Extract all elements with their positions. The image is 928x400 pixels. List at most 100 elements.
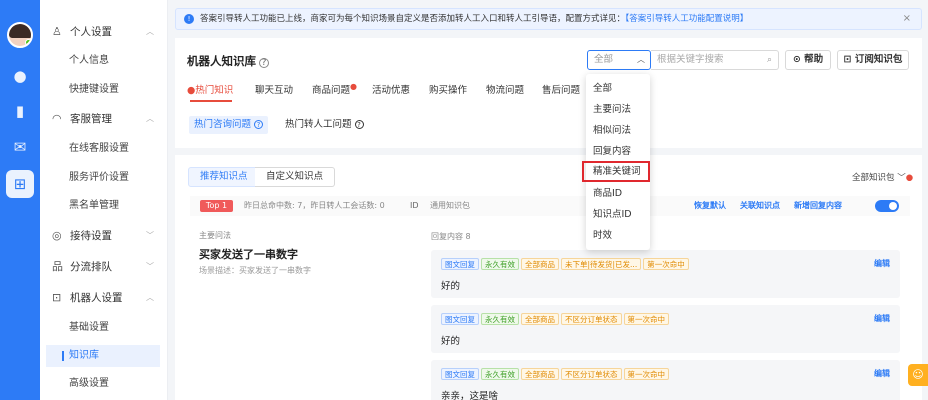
tab-product[interactable]: 商品问题● (312, 82, 357, 96)
tab-promo[interactable]: 活动优惠 (372, 82, 410, 96)
edit-link[interactable]: 编辑 (874, 258, 890, 269)
add-reply-link[interactable]: 新增回复内容 (794, 196, 842, 216)
link-knowledge-link[interactable]: 关联知识点 (740, 196, 780, 216)
reply-text: 好的 (441, 281, 461, 292)
question-icon: ? (254, 120, 264, 129)
chevron-down-icon: ﹀ (146, 231, 154, 240)
reply-count-label: 回复内容 8 (431, 232, 471, 241)
reply-card: 图文回复 永久有效 全部商品 不区分订单状态 第一次命中 亲亲，这是啥 编辑 (431, 360, 900, 400)
apps-icon[interactable]: ⊞ (6, 170, 34, 198)
search-input[interactable]: 根据关键字搜索 ⌕ (651, 50, 779, 70)
active-tab-indicator (190, 100, 232, 102)
option-knowledge-id[interactable]: 知识点ID (586, 204, 650, 225)
assistant-float-button[interactable]: ☺ (908, 364, 928, 386)
kb-filter[interactable]: 全部知识包 ﹀● (852, 171, 913, 183)
avatar[interactable] (7, 22, 33, 48)
edit-link[interactable]: 编辑 (874, 368, 890, 379)
main-question-label: 主要问法 (199, 231, 231, 240)
option-product-id[interactable]: 商品ID (586, 183, 650, 204)
tag-validity: 永久有效 (481, 258, 519, 270)
close-icon[interactable]: × (903, 9, 911, 29)
option-validity[interactable]: 时效 (586, 225, 650, 246)
tag-type: 图文回复 (441, 258, 479, 270)
sidebar-item-basic[interactable]: 基础设置 (46, 317, 160, 339)
edit-link[interactable]: 编辑 (874, 313, 890, 324)
flow-icon: 品 (52, 260, 63, 273)
question-icon[interactable]: ? (259, 58, 269, 68)
sidebar-group-service[interactable]: ◠ 客服管理 ︿ (40, 107, 168, 131)
subscribe-button[interactable]: ⊡ 订阅知识包 (837, 50, 909, 70)
option-similar-question[interactable]: 相似问法 (586, 120, 650, 141)
tag-validity: 永久有效 (481, 313, 519, 325)
sidebar-item-knowledge-base[interactable]: 知识库 (46, 345, 160, 367)
kb-name: 通用知识包 (430, 201, 470, 210)
sidebar-group-reception[interactable]: ◎ 接待设置 ﹀ (40, 224, 168, 248)
tab-custom[interactable]: 自定义知识点 (255, 167, 336, 187)
sidebar-item-advanced[interactable]: 高级设置 (46, 373, 160, 395)
tag-hit: 第一次命中 (643, 258, 689, 270)
settings-sidebar: ♙ 个人设置 ︿ 个人信息 快捷键设置 ◠ 客服管理 ︿ 在线客服设置 服务评价… (40, 0, 168, 400)
sidebar-item-shortcuts[interactable]: 快捷键设置 (46, 79, 160, 101)
subtab-hot-questions[interactable]: 热门咨询问题? (189, 116, 269, 134)
enable-toggle[interactable] (875, 200, 899, 212)
chevron-down-icon: ﹀ (146, 262, 154, 271)
option-all[interactable]: 全部 (586, 78, 650, 99)
reply-text: 亲亲，这是啥 (441, 391, 499, 400)
restore-default-link[interactable]: 恢复默认 (694, 196, 726, 216)
reply-card: 图文回复 永久有效 全部商品 未下单|待发货|已发... 第一次命中 好的 编辑 (431, 250, 900, 298)
chart-icon[interactable]: ▮ (10, 101, 30, 121)
chevron-up-icon: ︿ (146, 293, 154, 302)
option-main-question[interactable]: 主要问法 (586, 99, 650, 120)
sidebar-item-profile[interactable]: 个人信息 (46, 50, 160, 72)
tab-purchase[interactable]: 购买操作 (429, 82, 467, 96)
tag-hit: 第一次命中 (623, 368, 669, 380)
compass-icon: ◎ (52, 229, 62, 242)
mail-icon[interactable]: ✉ (10, 137, 30, 157)
scene-description: 场景描述：买家发送了一串数字 (199, 266, 311, 275)
chevron-down-icon: ﹀ (897, 173, 906, 183)
page-title: 机器人知识库? (187, 53, 269, 69)
chat-icon[interactable]: ● (10, 66, 30, 86)
sidebar-group-queue[interactable]: 品 分流排队 ﹀ (40, 255, 168, 279)
question-icon: ? (354, 120, 364, 129)
subtab-hot-transfer[interactable]: 热门转人工问题? (280, 116, 369, 134)
user-icon: ♙ (52, 25, 62, 38)
tab-logistics[interactable]: 物流问题 (486, 82, 524, 96)
sidebar-item-online-service[interactable]: 在线客服设置 (46, 138, 160, 160)
tag-type: 图文回复 (441, 313, 479, 325)
sidebar-group-personal[interactable]: ♙ 个人设置 ︿ (40, 20, 168, 44)
main-question: 买家发送了一串数字 (199, 248, 298, 261)
assistant-icon: ☺ (912, 368, 924, 381)
new-dot: ● (350, 82, 357, 91)
tag-type: 图文回复 (441, 368, 479, 380)
search-scope-select[interactable]: 全部 ︿ (587, 50, 651, 70)
tab-hot[interactable]: ●热门知识 (187, 82, 233, 96)
app-rail: ● ▮ ✉ ⊞ (0, 0, 40, 400)
sidebar-group-robot[interactable]: ⊡ 机器人设置 ︿ (40, 286, 168, 310)
sidebar-item-blacklist[interactable]: 黑名单管理 (46, 195, 160, 217)
tab-recommend[interactable]: 推荐知识点 (188, 167, 260, 187)
tag-hit: 第一次命中 (623, 313, 669, 325)
stats-text: 昨日总命中数: 7，昨日转人工会话数: 0 (244, 201, 385, 210)
tab-chat[interactable]: 聊天互动 (255, 82, 293, 96)
sidebar-item-rating[interactable]: 服务评价设置 (46, 167, 160, 189)
package-icon: ⊡ (843, 54, 852, 65)
reply-card: 图文回复 永久有效 全部商品 不区分订单状态 第一次命中 好的 编辑 (431, 305, 900, 353)
notice-banner: ! 答案引导转人工功能已上线，商家可为每个知识场景自定义是否添加转人工入口和转人… (175, 8, 922, 30)
notice-link[interactable]: 【答案引导转人工功能配置说明】 (625, 14, 748, 24)
chevron-up-icon: ︿ (637, 55, 645, 64)
help-button[interactable]: ⊙ 帮助 (785, 50, 831, 70)
stats-bar: Top 1 昨日总命中数: 7，昨日转人工会话数: 0 ID 通用知识包 恢复默… (190, 196, 910, 216)
robot-icon: ⊡ (52, 291, 62, 304)
tab-aftersale[interactable]: 售后问题 (542, 82, 580, 96)
notice-text: 答案引导转人工功能已上线，商家可为每个知识场景自定义是否添加转人工入口和转人工引… (200, 14, 626, 24)
chevron-up-icon: ︿ (146, 27, 154, 36)
option-reply-content[interactable]: 回复内容 (586, 141, 650, 162)
new-dot: ● (905, 173, 914, 183)
tag-validity: 永久有效 (481, 368, 519, 380)
tag-goods: 全部商品 (521, 258, 559, 270)
option-exact-keyword[interactable]: 精准关键词 (582, 161, 650, 182)
reply-text: 好的 (441, 336, 461, 347)
chevron-up-icon: ︿ (146, 114, 154, 123)
help-icon: ⊙ (792, 54, 801, 65)
